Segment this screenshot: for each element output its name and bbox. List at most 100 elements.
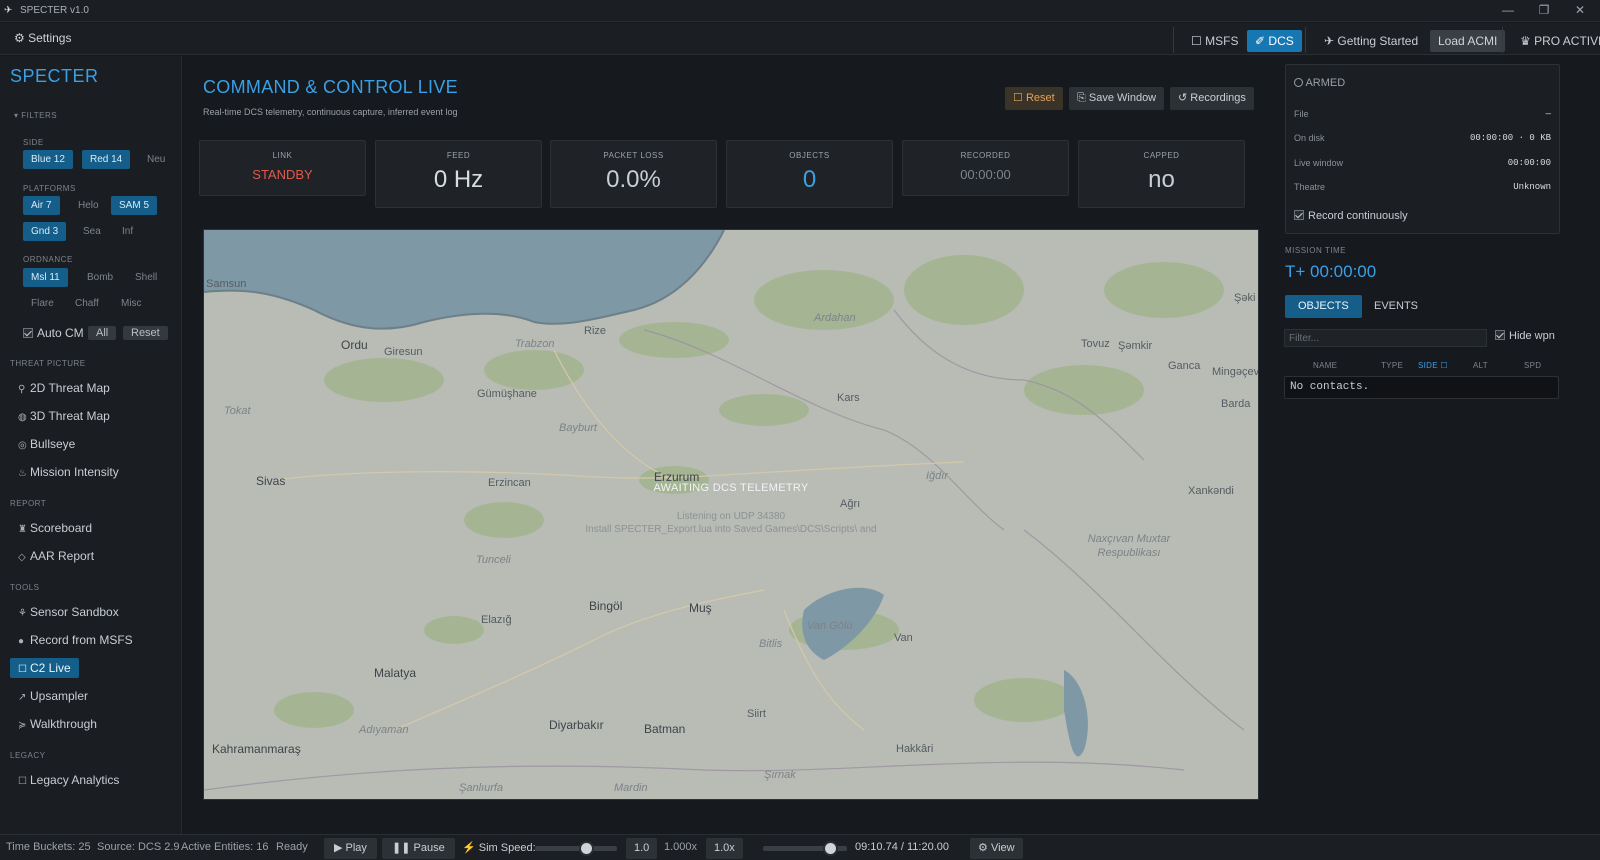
- app-logo-icon: ✈: [4, 4, 13, 16]
- chip-side-blue[interactable]: Blue 12: [23, 150, 73, 169]
- stat-value: 0 Hz: [433, 166, 484, 193]
- sim-speed-slider-handle[interactable]: [578, 841, 594, 856]
- nav-legacy-analytics[interactable]: ☐ Legacy Analytics: [18, 770, 119, 790]
- report-heading: REPORT: [10, 499, 47, 508]
- filters-toggle[interactable]: ▾ FILTERS: [14, 111, 57, 120]
- hide-wpn-label: Hide wpn: [1509, 330, 1555, 342]
- history-icon: ↺: [1178, 92, 1188, 104]
- column-header-spd[interactable]: SPD: [1524, 361, 1541, 370]
- dcs-label: DCS: [1268, 34, 1294, 48]
- tab-objects[interactable]: OBJECTS: [1285, 295, 1362, 318]
- nav-label: Mission Intensity: [30, 465, 119, 479]
- recordings-label: Recordings: [1190, 92, 1246, 104]
- nav-label: Bullseye: [30, 437, 76, 451]
- filters-all-button[interactable]: All: [88, 326, 117, 340]
- minimize-button[interactable]: —: [1490, 0, 1526, 22]
- stat-value: no: [1148, 166, 1175, 193]
- page-title: COMMAND & CONTROL LIVE: [203, 77, 458, 97]
- view-button[interactable]: ⚙ View: [970, 838, 1023, 859]
- hide-wpn-checkbox[interactable]: Hide wpn: [1495, 330, 1555, 342]
- armed-label: ARMED: [1305, 77, 1346, 89]
- live-map[interactable]: Samsun Ordu Giresun Rize Trabzon Gümüşha…: [203, 229, 1259, 800]
- chip-ordnance-chaff[interactable]: Chaff: [67, 294, 107, 313]
- chip-side-neutral[interactable]: Neu: [139, 150, 173, 169]
- settings-button[interactable]: ⚙ Settings: [14, 31, 71, 45]
- chip-platform-sea[interactable]: Sea: [75, 222, 109, 241]
- checkbox[interactable]: [1495, 330, 1505, 340]
- load-acmi-button[interactable]: Load ACMI: [1430, 30, 1506, 52]
- reset-button[interactable]: ☐ Reset: [1005, 87, 1063, 110]
- tools-heading: TOOLS: [10, 583, 40, 592]
- live-window-row: Live window 00:00:00: [1294, 158, 1551, 168]
- timeline-slider-handle[interactable]: [823, 841, 839, 856]
- nav-label: 2D Threat Map: [30, 381, 110, 395]
- file-value: —: [1545, 109, 1551, 119]
- auto-cm-checkbox[interactable]: Auto CM: [23, 326, 84, 340]
- chip-ordnance-shell[interactable]: Shell: [127, 268, 165, 287]
- checkbox[interactable]: [23, 328, 33, 338]
- chip-ordnance-flare[interactable]: Flare: [23, 294, 62, 313]
- contacts-filter-input[interactable]: [1284, 329, 1487, 347]
- on-disk-label: On disk: [1294, 133, 1325, 143]
- nav-2d-threat-map[interactable]: ⚲ 2D Threat Map: [18, 378, 110, 398]
- square-icon: ☐: [18, 776, 27, 787]
- pause-label: Pause: [413, 842, 445, 854]
- trophy-icon: ♜: [18, 524, 27, 535]
- nav-label: Legacy Analytics: [30, 773, 120, 787]
- nav-record-from-msfs[interactable]: ● Record from MSFS: [18, 630, 133, 650]
- chip-ordnance-msl[interactable]: Msl 11: [23, 268, 68, 287]
- nav-upsampler[interactable]: ↗ Upsampler: [18, 686, 88, 706]
- file-label: File: [1294, 109, 1309, 119]
- square-icon: ☐: [1191, 34, 1202, 48]
- chip-platform-gnd[interactable]: Gnd 3: [23, 222, 67, 241]
- file-row: File —: [1294, 109, 1551, 119]
- pro-active-badge[interactable]: ♛ PRO ACTIVE: [1512, 30, 1600, 52]
- dcs-icon: ✐: [1255, 34, 1266, 48]
- recordings-button[interactable]: ↺ Recordings: [1170, 87, 1254, 110]
- chip-platform-inf[interactable]: Inf: [114, 222, 141, 241]
- close-button[interactable]: ✕: [1562, 0, 1598, 22]
- save-icon: ⎘: [1077, 92, 1086, 104]
- maximize-button[interactable]: ❐: [1526, 0, 1562, 22]
- speed-reset-button[interactable]: 1.0x: [706, 838, 743, 859]
- column-header-type[interactable]: TYPE: [1381, 361, 1403, 370]
- getting-started-button[interactable]: ✈ Getting Started: [1316, 30, 1426, 52]
- pause-button[interactable]: ❚❚ Pause: [382, 838, 455, 859]
- stat-value: 0: [802, 166, 817, 193]
- column-header-side[interactable]: SIDE ☐: [1418, 361, 1448, 370]
- record-continuously-checkbox[interactable]: Record continuously: [1294, 210, 1408, 222]
- save-window-button[interactable]: ⎘ Save Window: [1069, 87, 1165, 110]
- plane-icon: ✈: [1324, 34, 1335, 48]
- nav-c2-live[interactable]: ☐ C2 Live: [10, 658, 79, 678]
- nav-aar-report[interactable]: ◇ AAR Report: [18, 546, 94, 566]
- chip-side-red[interactable]: Red 14: [82, 150, 131, 169]
- chip-platform-sam[interactable]: SAM 5: [111, 196, 158, 215]
- chip-platform-air[interactable]: Air 7: [23, 196, 60, 215]
- filters-reset-button[interactable]: Reset: [123, 326, 168, 340]
- checkbox[interactable]: [1294, 210, 1304, 220]
- column-header-name[interactable]: NAME: [1313, 361, 1337, 370]
- nav-walkthrough[interactable]: ≽ Walkthrough: [18, 714, 97, 734]
- dcs-button[interactable]: ✐ DCS: [1247, 30, 1302, 52]
- view-label: View: [990, 842, 1015, 854]
- nav-3d-threat-map[interactable]: ◍ 3D Threat Map: [18, 406, 110, 426]
- chip-ordnance-bomb[interactable]: Bomb: [79, 268, 121, 287]
- nav-mission-intensity[interactable]: ♨ Mission Intensity: [18, 462, 119, 482]
- divider: [1305, 27, 1306, 53]
- speed-value-field[interactable]: 1.0: [626, 838, 658, 859]
- nav-sensor-sandbox[interactable]: ⚘ Sensor Sandbox: [18, 602, 119, 622]
- source-text: Source: DCS 2.9: [97, 841, 180, 853]
- chip-platform-helo[interactable]: Helo: [70, 196, 107, 215]
- nav-scoreboard[interactable]: ♜ Scoreboard: [18, 518, 92, 538]
- stat-card-feed: FEED 0 Hz: [375, 140, 542, 208]
- nav-bullseye[interactable]: ◎ Bullseye: [18, 434, 75, 454]
- msfs-button[interactable]: ☐ MSFS: [1183, 30, 1246, 52]
- square-icon: ☐: [18, 664, 27, 675]
- play-button[interactable]: ▶ Play: [324, 838, 377, 859]
- flame-icon: ♨: [18, 468, 27, 479]
- column-header-alt[interactable]: ALT: [1473, 361, 1488, 370]
- sim-speed-slider[interactable]: [535, 846, 617, 851]
- tab-events[interactable]: EVENTS: [1361, 295, 1431, 318]
- chip-ordnance-misc[interactable]: Misc: [113, 294, 150, 313]
- active-entities-text: Active Entities: 16: [181, 841, 269, 853]
